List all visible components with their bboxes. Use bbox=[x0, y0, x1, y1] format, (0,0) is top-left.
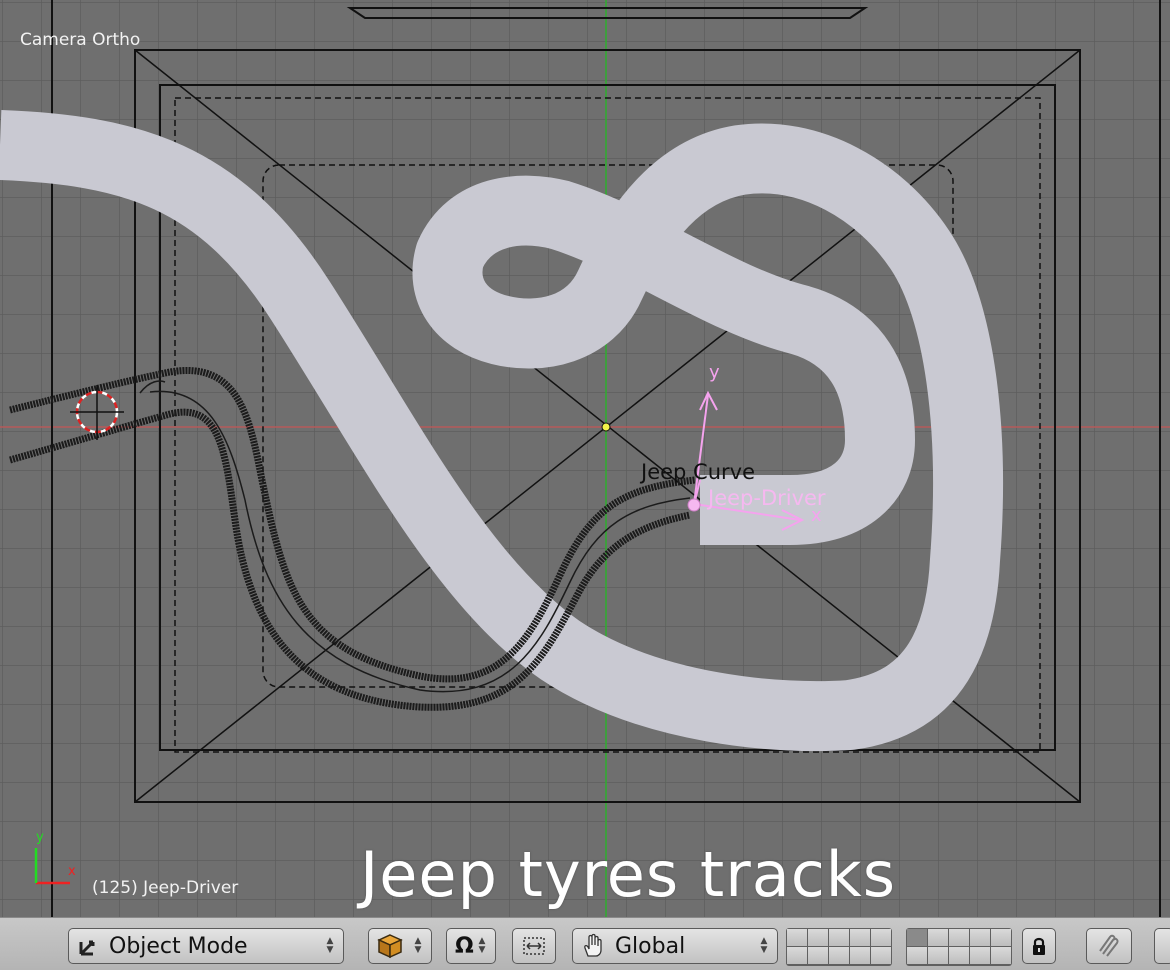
layer-button[interactable] bbox=[808, 947, 828, 964]
layer-button[interactable] bbox=[970, 929, 990, 946]
layer-button[interactable] bbox=[871, 947, 891, 964]
layer-button[interactable] bbox=[928, 947, 948, 964]
layer-button[interactable] bbox=[808, 929, 828, 946]
layer-button[interactable] bbox=[850, 947, 870, 964]
layer-button[interactable] bbox=[850, 929, 870, 946]
layer-button[interactable] bbox=[787, 947, 807, 964]
viewport-header: Object Mode ▲ ▼ ▲ ▼ Ω ▲ ▼ Global ▲ ▼ bbox=[0, 917, 1170, 970]
pivot-omega-icon: Ω bbox=[455, 933, 474, 959]
dropdown-arrows-icon: ▲ ▼ bbox=[478, 936, 486, 955]
lock-icon bbox=[1031, 936, 1047, 956]
driver-x-axis-label: x bbox=[811, 505, 822, 526]
corner-y-axis-label: y bbox=[36, 830, 44, 845]
hand-icon bbox=[579, 932, 607, 960]
jeep-driver-origin bbox=[687, 498, 701, 512]
layer-button[interactable] bbox=[949, 947, 969, 964]
layer-button[interactable] bbox=[829, 929, 849, 946]
driver-y-axis-label: y bbox=[709, 362, 720, 383]
viewport-canvas bbox=[0, 0, 1170, 917]
curve-object-label: Jeep Curve bbox=[641, 460, 755, 484]
transform-orientation-label: Global bbox=[615, 933, 686, 959]
layer-button[interactable] bbox=[991, 947, 1011, 964]
3d-viewport[interactable]: Camera Ortho Jeep Curve Jeep-Driver y x … bbox=[0, 0, 1170, 917]
camera-view-label: Camera Ortho bbox=[20, 30, 141, 50]
draw-type-menu[interactable]: ▲ ▼ bbox=[368, 928, 432, 964]
layer-button[interactable] bbox=[907, 947, 927, 964]
object-mode-menu[interactable]: Object Mode ▲ ▼ bbox=[68, 928, 344, 964]
corner-x-axis-label: x bbox=[68, 864, 76, 879]
snap-button[interactable] bbox=[1086, 928, 1132, 964]
layer-button[interactable] bbox=[787, 929, 807, 946]
layer-button[interactable] bbox=[829, 947, 849, 964]
magnet-icon bbox=[1097, 934, 1121, 958]
object-mode-icon bbox=[77, 934, 101, 958]
manipulator-icon bbox=[521, 936, 547, 956]
lock-layers-button[interactable] bbox=[1022, 928, 1056, 964]
overlay-title: Jeep tyres tracks bbox=[360, 838, 897, 911]
layer-buttons-group-2[interactable] bbox=[906, 928, 1012, 966]
dropdown-arrows-icon: ▲ ▼ bbox=[760, 936, 768, 955]
header-extra-button[interactable] bbox=[1154, 928, 1170, 964]
layer-button[interactable] bbox=[871, 929, 891, 946]
layer-button[interactable] bbox=[949, 929, 969, 946]
transform-orientation-menu[interactable]: Global ▲ ▼ bbox=[572, 928, 778, 964]
scene-origin-dot bbox=[601, 422, 611, 432]
layer-button[interactable] bbox=[991, 929, 1011, 946]
object-mode-label: Object Mode bbox=[109, 933, 248, 959]
dropdown-arrows-icon: ▲ ▼ bbox=[326, 936, 334, 955]
layer-button[interactable] bbox=[970, 947, 990, 964]
cube-icon bbox=[377, 933, 403, 959]
driver-object-label: Jeep-Driver bbox=[708, 486, 826, 510]
pivot-menu[interactable]: Ω ▲ ▼ bbox=[446, 928, 496, 964]
dropdown-arrows-icon: ▲ ▼ bbox=[414, 936, 422, 955]
layer-buttons-group-1[interactable] bbox=[786, 928, 892, 966]
frame-object-label: (125) Jeep-Driver bbox=[92, 878, 239, 898]
layer-button[interactable] bbox=[928, 929, 948, 946]
manipulator-toggle[interactable] bbox=[512, 928, 556, 964]
layer-button-active[interactable] bbox=[907, 929, 927, 946]
